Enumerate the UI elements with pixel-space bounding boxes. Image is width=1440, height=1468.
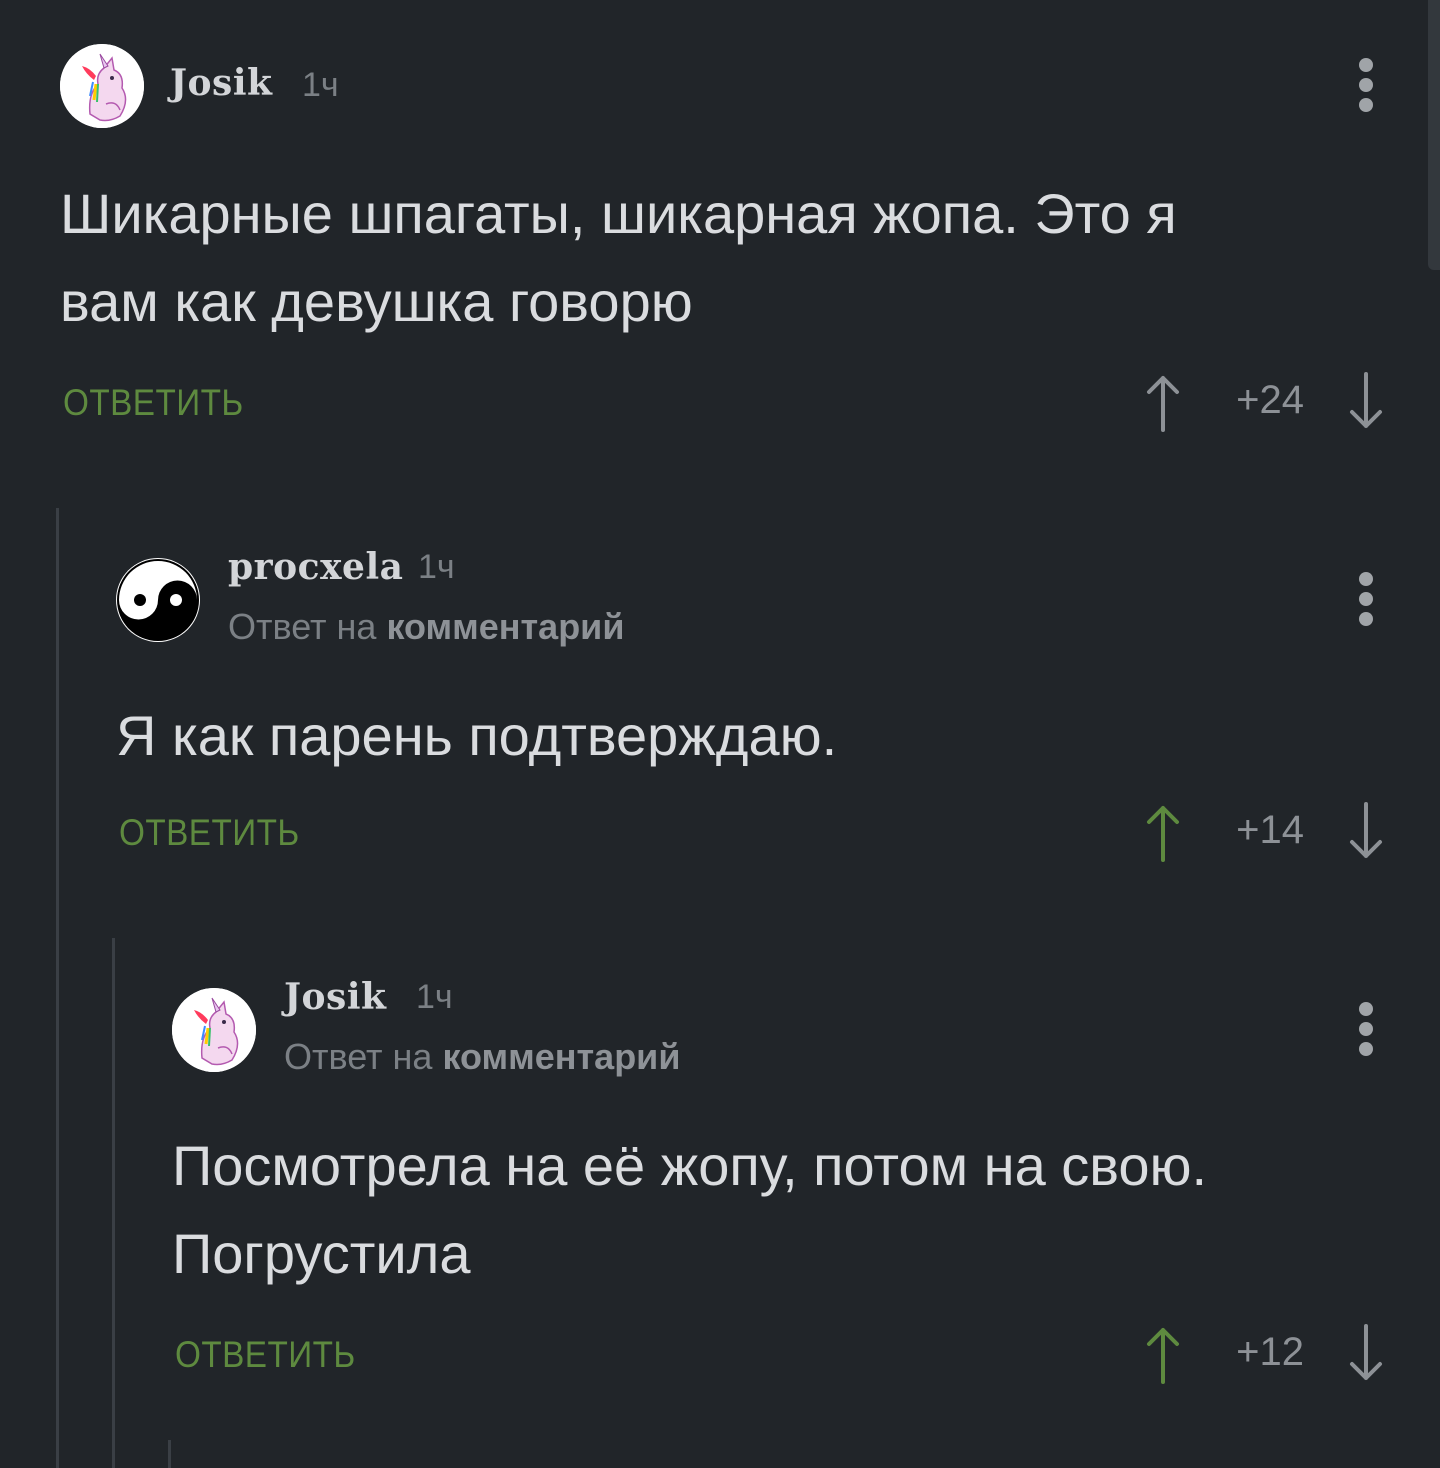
reply-to-prefix: Ответ на: [284, 1036, 433, 1077]
username[interactable]: Josik: [284, 976, 386, 1018]
timestamp: 1ч: [416, 978, 453, 1016]
comment-menu-button[interactable]: [1356, 1002, 1376, 1062]
dot-icon: [1359, 1022, 1373, 1036]
avatar[interactable]: [172, 988, 256, 1072]
comment-text: Посмотрела на её жопу, потом на свою. По…: [172, 1134, 1208, 1285]
comment: Josik 1ч Ответ на комментарий Посмотрела…: [0, 0, 1440, 1440]
reply-button[interactable]: ОТВЕТИТЬ: [175, 1334, 356, 1376]
rating: +12: [1236, 1330, 1304, 1374]
downvote-arrow-icon[interactable]: [1346, 1324, 1386, 1384]
reply-to-info: Ответ на комментарий: [284, 1036, 680, 1078]
dot-icon: [1359, 1002, 1373, 1016]
dot-icon: [1359, 1042, 1373, 1056]
reply-to-link[interactable]: комментарий: [442, 1036, 680, 1077]
thread-line-level-3: [168, 1440, 171, 1468]
unicorn-icon: [172, 988, 256, 1072]
upvote-arrow-icon[interactable]: [1143, 1324, 1183, 1384]
